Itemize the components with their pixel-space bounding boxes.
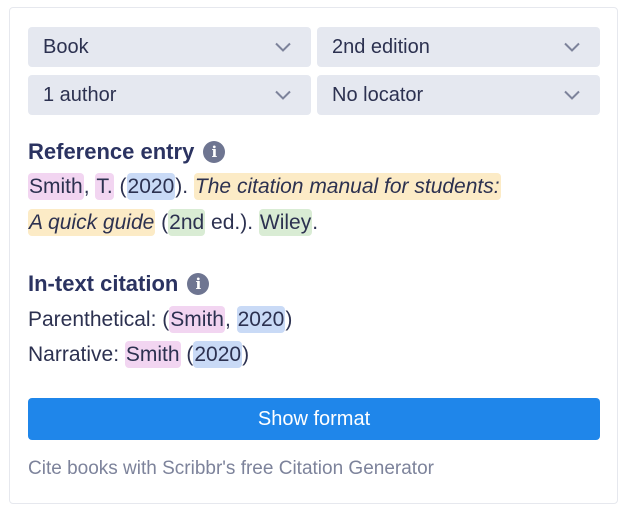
parenthetical-author: Smith xyxy=(169,306,225,333)
narrative-label: Narrative: xyxy=(28,343,125,366)
chevron-down-icon xyxy=(275,90,291,100)
separator: ed.). xyxy=(205,211,259,234)
parenthetical-label: Parenthetical: ( xyxy=(28,308,170,331)
authors-value: 1 author xyxy=(43,83,117,106)
separator: ) xyxy=(242,343,250,366)
show-format-label: Show format xyxy=(257,407,371,430)
chevron-down-icon xyxy=(564,42,580,52)
reference-entry-heading: Reference entry i xyxy=(28,139,226,165)
narrative-author: Smith xyxy=(124,341,181,368)
publisher: Wiley xyxy=(258,209,313,236)
separator: , xyxy=(83,175,96,198)
book-title-part-1: The citation manual for students: xyxy=(193,173,501,200)
edition-select[interactable]: 2nd edition xyxy=(317,27,600,67)
narrative-citation: Narrative: Smith (2020) xyxy=(28,341,250,368)
source-type-value: Book xyxy=(43,35,89,58)
in-text-citation-heading: In-text citation i xyxy=(28,271,210,297)
locator-value: No locator xyxy=(332,83,424,106)
in-text-citation-title: In-text citation xyxy=(28,271,179,296)
separator: ) xyxy=(285,308,293,331)
chevron-down-icon xyxy=(564,90,580,100)
publication-year: 2020 xyxy=(126,173,176,200)
author-initial: T. xyxy=(95,173,114,200)
reference-line-2: A quick guide (2nd ed.). Wiley. xyxy=(28,209,319,236)
reference-entry-title: Reference entry xyxy=(28,139,195,164)
book-title-part-2: A quick guide xyxy=(28,209,156,236)
separator: ( xyxy=(113,175,127,198)
parenthetical-citation: Parenthetical: (Smith, 2020) xyxy=(28,306,293,333)
author-last-name: Smith xyxy=(28,173,84,200)
separator: ( xyxy=(155,211,169,234)
chevron-down-icon xyxy=(275,42,291,52)
locator-select[interactable]: No locator xyxy=(317,75,600,115)
separator: , xyxy=(224,308,237,331)
source-type-select[interactable]: Book xyxy=(28,27,311,67)
separator: ). xyxy=(175,175,194,198)
parenthetical-year: 2020 xyxy=(236,306,286,333)
reference-line-1: Smith, T. (2020). The citation manual fo… xyxy=(28,173,501,200)
footer-link[interactable]: Cite books with Scribbr's free Citation … xyxy=(28,458,434,480)
separator: ( xyxy=(180,343,194,366)
show-format-button[interactable]: Show format xyxy=(28,398,600,440)
edition-number: 2nd xyxy=(168,209,206,236)
edition-value: 2nd edition xyxy=(332,35,430,58)
separator: . xyxy=(312,211,319,234)
info-icon[interactable]: i xyxy=(187,273,210,295)
authors-select[interactable]: 1 author xyxy=(28,75,311,115)
info-icon[interactable]: i xyxy=(203,141,226,163)
narrative-year: 2020 xyxy=(193,341,243,368)
